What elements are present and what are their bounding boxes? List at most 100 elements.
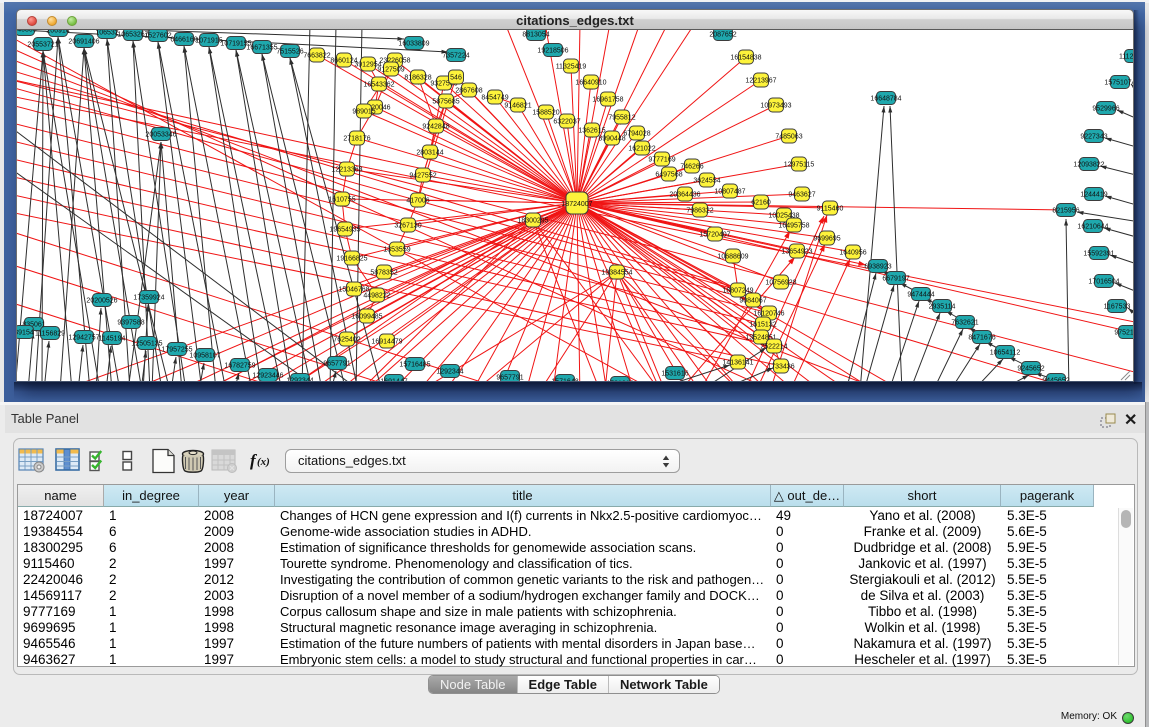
- svg-text:2087652: 2087652: [709, 32, 736, 39]
- svg-text:7955812: 7955812: [608, 115, 635, 122]
- svg-text:17359924: 17359924: [133, 295, 164, 302]
- svg-text:9084067: 9084067: [739, 298, 766, 305]
- svg-text:12213967: 12213967: [745, 78, 776, 85]
- svg-text:9127509: 9127509: [377, 67, 404, 74]
- svg-text:2718176: 2718176: [343, 136, 370, 143]
- svg-text:12923446: 12923446: [252, 373, 283, 380]
- svg-text:8813054: 8813054: [522, 32, 549, 39]
- svg-text:4498222: 4498222: [363, 293, 390, 300]
- svg-text:(x): (x): [257, 456, 270, 468]
- svg-text:9397588: 9397588: [117, 320, 144, 327]
- svg-text:8454749: 8454749: [481, 95, 508, 102]
- svg-text:989015: 989015: [352, 109, 375, 116]
- svg-text:10958107: 10958107: [189, 353, 220, 360]
- svg-text:5878352: 5878352: [370, 270, 397, 277]
- svg-text:62160: 62160: [751, 200, 771, 207]
- svg-text:15592391: 15592391: [1083, 251, 1114, 258]
- svg-text:2803144: 2803144: [416, 150, 443, 157]
- svg-text:15720407: 15720407: [699, 232, 730, 239]
- svg-text:9699695: 9699695: [813, 236, 840, 243]
- svg-text:9242848: 9242848: [422, 124, 449, 131]
- svg-text:1588520: 1588520: [532, 110, 559, 117]
- svg-text:11122314: 11122314: [1119, 54, 1134, 61]
- svg-text:7625402: 7625402: [333, 337, 360, 344]
- svg-text:9657791: 9657791: [323, 361, 350, 368]
- svg-text:14136141: 14136141: [722, 360, 753, 367]
- svg-text:7632621: 7632621: [951, 320, 978, 327]
- svg-text:1610755: 1610755: [328, 197, 355, 204]
- svg-text:10973493: 10973493: [760, 103, 791, 110]
- svg-text:16210644: 16210644: [1077, 224, 1108, 231]
- svg-text:417006: 417006: [406, 198, 429, 205]
- svg-text:206914: 206914: [46, 30, 69, 35]
- svg-text:20553721: 20553721: [27, 42, 58, 49]
- svg-text:12213363: 12213363: [331, 167, 362, 174]
- svg-text:16648784: 16648784: [870, 96, 901, 103]
- svg-text:19218506: 19218506: [537, 48, 568, 55]
- svg-text:16033809: 16033809: [398, 41, 429, 48]
- svg-text:9657791: 9657791: [496, 375, 523, 382]
- svg-text:20053346: 20053346: [145, 132, 176, 139]
- svg-text:16640910: 16640910: [575, 80, 606, 87]
- svg-text:15716485: 15716485: [399, 362, 430, 369]
- svg-text:2867608: 2867608: [455, 88, 482, 95]
- svg-text:6794028: 6794028: [623, 131, 650, 138]
- svg-text:1167533: 1167533: [1104, 304, 1131, 311]
- svg-text:2522214: 2522214: [760, 344, 787, 351]
- svg-text:9752123: 9752123: [1114, 330, 1134, 337]
- svg-text:9146821: 9146821: [504, 103, 531, 110]
- svg-text:9245652: 9245652: [1017, 366, 1044, 373]
- svg-text:7515526: 7515526: [276, 49, 303, 56]
- svg-text:19166825: 19166825: [336, 256, 367, 263]
- svg-text:5875685: 5875685: [432, 99, 459, 106]
- svg-text:16543362: 16543362: [363, 82, 394, 89]
- svg-text:1733436: 1733436: [767, 364, 794, 371]
- svg-text:1362615: 1362615: [578, 128, 605, 135]
- svg-text:12942757: 12942757: [68, 335, 99, 342]
- svg-text:39154: 39154: [17, 330, 34, 337]
- svg-text:6679197: 6679197: [882, 276, 909, 283]
- svg-text:3267130: 3267130: [394, 223, 421, 230]
- svg-text:3624554: 3624554: [693, 178, 720, 185]
- svg-text:19384554: 19384554: [601, 270, 632, 277]
- svg-text:17016504: 17016504: [1088, 279, 1119, 286]
- svg-text:16495758: 16495758: [778, 223, 809, 230]
- svg-text:1292344: 1292344: [436, 369, 463, 376]
- svg-text:12093822: 12093822: [1073, 162, 1104, 169]
- svg-text:20364436: 20364436: [669, 192, 700, 199]
- svg-text:20691406: 20691406: [68, 39, 99, 46]
- svg-text:18724007: 18724007: [561, 201, 592, 208]
- svg-text:10756928: 10756928: [765, 280, 796, 287]
- svg-text:10654112: 10654112: [990, 350, 1021, 357]
- svg-text:7357224: 7357224: [442, 53, 469, 60]
- svg-text:1527602: 1527602: [144, 33, 171, 40]
- svg-text:13654923: 13654923: [781, 249, 812, 256]
- svg-text:10807487: 10807487: [714, 189, 745, 196]
- svg-text:8215956: 8215956: [1052, 208, 1079, 215]
- svg-text:1615132: 1615132: [749, 322, 776, 329]
- svg-text:106532: 106532: [95, 30, 118, 37]
- svg-text:9777169: 9777169: [648, 157, 675, 164]
- svg-text:12975115: 12975115: [784, 162, 815, 169]
- svg-text:19654935: 19654935: [329, 227, 360, 234]
- svg-text:746266: 746266: [680, 164, 703, 171]
- svg-text:16120746: 16120746: [753, 311, 784, 318]
- svg-text:9474444: 9474444: [907, 292, 934, 299]
- svg-text:15751074: 15751074: [1104, 80, 1134, 87]
- svg-text:7485063: 7485063: [775, 134, 802, 141]
- svg-text:6938923: 6938923: [864, 264, 891, 271]
- svg-text:9227343: 9227343: [1080, 134, 1107, 141]
- svg-text:16782759: 16782759: [224, 363, 255, 370]
- svg-text:1071915: 1071915: [195, 38, 222, 45]
- svg-text:140355: 140355: [17, 30, 37, 34]
- svg-text:16914479: 16914479: [371, 339, 402, 346]
- svg-text:16154838: 16154838: [730, 55, 761, 62]
- svg-text:1353559: 1353559: [383, 247, 410, 254]
- svg-text:1145194: 1145194: [99, 336, 126, 343]
- svg-text:6322037: 6322037: [553, 119, 580, 126]
- svg-text:11156829: 11156829: [35, 331, 65, 338]
- svg-text:16099485: 16099485: [351, 314, 382, 321]
- svg-text:6466160: 6466160: [170, 37, 197, 44]
- svg-text:8471676: 8471676: [968, 335, 995, 342]
- svg-text:2935114: 2935114: [929, 304, 956, 311]
